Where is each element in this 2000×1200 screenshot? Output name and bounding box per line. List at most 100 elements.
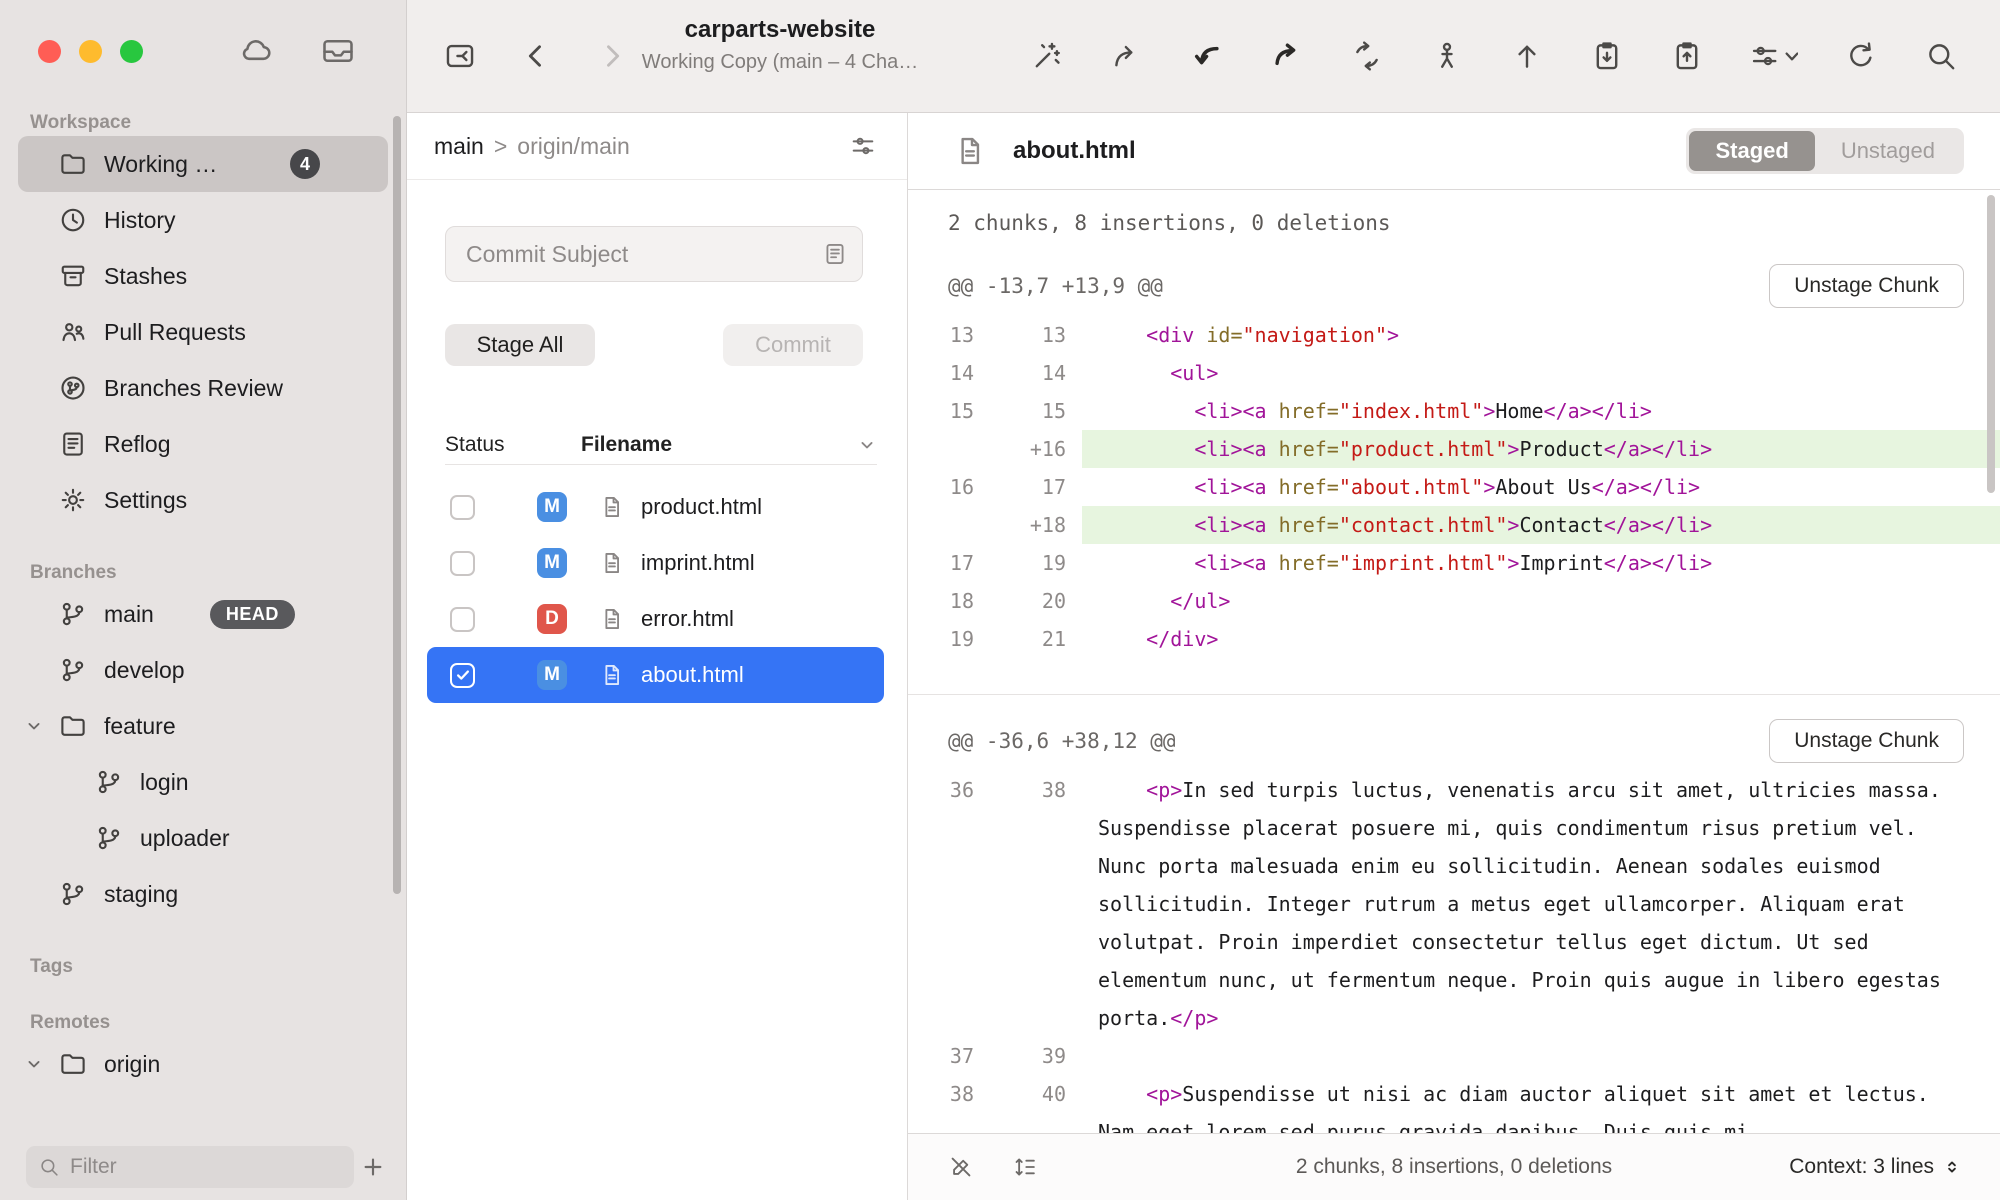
file-table-header: Status Filename xyxy=(445,426,877,465)
sidebar-item-reflog[interactable]: Reflog xyxy=(18,416,388,472)
old-line-number: 37 xyxy=(908,1037,986,1075)
old-line-number: 13 xyxy=(908,316,986,354)
unstaged-tab[interactable]: Unstaged xyxy=(1815,131,1961,171)
chunk-divider xyxy=(908,694,2000,695)
clock-icon xyxy=(58,205,88,235)
arrow-up-icon[interactable] xyxy=(1510,39,1544,73)
diff-line: 3739 xyxy=(908,1037,2000,1075)
panel-toggle-icon[interactable] xyxy=(443,39,477,73)
sidebar-scrollbar[interactable] xyxy=(393,116,401,894)
add-button[interactable] xyxy=(354,1148,392,1186)
code-text: <li><a href="about.html">About Us</a></l… xyxy=(1082,468,2000,506)
sidebar-item-main[interactable]: mainHEAD xyxy=(18,586,388,642)
template-icon[interactable] xyxy=(822,241,848,267)
line-spacing-icon[interactable] xyxy=(1012,1154,1038,1180)
old-line-number: 14 xyxy=(908,354,986,392)
branch-icon xyxy=(58,655,88,685)
file-row-about-html[interactable]: Mabout.html xyxy=(427,647,884,703)
sidebar-item-working-copy[interactable]: Working Copy4 xyxy=(18,136,388,192)
repo-subtitle: Working Copy (main – 4 Cha… xyxy=(550,51,1010,74)
sidebar-item-develop[interactable]: develop xyxy=(18,642,388,698)
sidebar-item-branches-review[interactable]: Branches Review xyxy=(18,360,388,416)
app-window: WorkspaceWorking Copy4HistoryStashesPull… xyxy=(0,0,2000,1200)
filename-column-header[interactable]: Filename xyxy=(581,433,857,457)
refresh-icon[interactable] xyxy=(1844,39,1878,73)
new-line-number: 17 xyxy=(986,468,1082,506)
sync-arrows-icon[interactable] xyxy=(1350,39,1384,73)
magic-wand-icon[interactable] xyxy=(1030,39,1064,73)
close-button[interactable] xyxy=(38,40,61,63)
chevron-back-icon[interactable] xyxy=(519,39,553,73)
sidebar-section-label-tags: Tags xyxy=(30,956,406,978)
filter-field[interactable] xyxy=(26,1146,354,1188)
diff-summary: 2 chunks, 8 insertions, 0 deletions xyxy=(948,206,2000,240)
stage-checkbox[interactable] xyxy=(450,607,475,632)
cloud-icon[interactable] xyxy=(238,33,274,69)
old-line-number: 15 xyxy=(908,392,986,430)
commit-subject-field[interactable] xyxy=(445,226,863,282)
clipboard-up-icon[interactable] xyxy=(1670,39,1704,73)
sidebar-item-stashes[interactable]: Stashes xyxy=(18,248,388,304)
pull-arrow-icon[interactable] xyxy=(1190,39,1224,73)
unstage-chunk-button[interactable]: Unstage Chunk xyxy=(1769,719,1964,763)
code-text: </ul> xyxy=(1082,582,2000,620)
file-row-imprint-html[interactable]: Mimprint.html xyxy=(427,535,884,591)
window-title-block: carparts-website Working Copy (main – 4 … xyxy=(550,16,1010,74)
diff-header: about.html Staged Unstaged xyxy=(908,113,2000,190)
commit-button[interactable]: Commit xyxy=(723,324,863,366)
sidebar-item-label: History xyxy=(104,207,176,234)
code-text: <ul> xyxy=(1082,354,2000,392)
commit-subject-input[interactable] xyxy=(464,240,812,269)
minimize-button[interactable] xyxy=(79,40,102,63)
push-arrow-icon[interactable] xyxy=(1270,39,1304,73)
old-line-number: 19 xyxy=(908,620,986,658)
breadcrumb: main > origin/main xyxy=(407,113,907,180)
diff-scrollbar[interactable] xyxy=(1987,195,1995,493)
toolbar: carparts-website Working Copy (main – 4 … xyxy=(407,0,2000,113)
search-icon[interactable] xyxy=(1924,39,1958,73)
sidebar-item-login[interactable]: login xyxy=(18,754,388,810)
people-icon xyxy=(58,317,88,347)
chevron-down-icon[interactable] xyxy=(857,435,877,455)
sidebar-item-settings[interactable]: Settings xyxy=(18,472,388,528)
sidebar-item-staging[interactable]: staging xyxy=(18,866,388,922)
stage-checkbox[interactable] xyxy=(450,663,475,688)
person-icon[interactable] xyxy=(1430,39,1464,73)
filter-input[interactable] xyxy=(68,1154,342,1180)
clipboard-down-icon[interactable] xyxy=(1590,39,1624,73)
file-row-product-html[interactable]: Mproduct.html xyxy=(427,479,884,535)
breadcrumb-branch[interactable]: main xyxy=(434,133,484,160)
chevron-down-icon[interactable] xyxy=(24,716,44,736)
zoom-button[interactable] xyxy=(120,40,143,63)
sliders-chevron-icon[interactable] xyxy=(1750,40,1798,72)
stepper-icon[interactable] xyxy=(1942,1157,1962,1177)
context-lines-control[interactable]: Context: 3 lines xyxy=(1789,1155,1962,1179)
sidebar-item-origin[interactable]: origin xyxy=(18,1036,388,1092)
folder-icon xyxy=(58,149,88,179)
sidebar-item-feature[interactable]: feature xyxy=(18,698,388,754)
stage-checkbox[interactable] xyxy=(450,495,475,520)
drawer-icon[interactable] xyxy=(320,33,356,69)
ignore-whitespace-icon[interactable] xyxy=(948,1154,974,1180)
file-row-error-html[interactable]: Derror.html xyxy=(427,591,884,647)
sidebar-item-label: Reflog xyxy=(104,431,170,458)
code-text: </div> xyxy=(1082,620,2000,658)
stage-all-button[interactable]: Stage All xyxy=(445,324,595,366)
sidebar-item-uploader[interactable]: uploader xyxy=(18,810,388,866)
file-icon xyxy=(599,494,625,520)
stage-checkbox[interactable] xyxy=(450,551,475,576)
status-column-header[interactable]: Status xyxy=(445,433,581,457)
breadcrumb-upstream[interactable]: origin/main xyxy=(517,133,630,160)
sidebar-item-pull-requests[interactable]: Pull Requests xyxy=(18,304,388,360)
staged-tab[interactable]: Staged xyxy=(1689,131,1814,171)
branch-icon xyxy=(58,599,88,629)
file-name: error.html xyxy=(641,606,734,632)
sidebar-item-history[interactable]: History xyxy=(18,192,388,248)
old-line-number: 17 xyxy=(908,544,986,582)
diff-line: 1414 <ul> xyxy=(908,354,2000,392)
unstage-chunk-button[interactable]: Unstage Chunk xyxy=(1769,264,1964,308)
sliders-icon[interactable] xyxy=(849,132,877,160)
chevron-down-icon[interactable] xyxy=(24,1054,44,1074)
share-arrow-icon[interactable] xyxy=(1110,39,1144,73)
code-text: <li><a href="index.html">Home</a></li> xyxy=(1082,392,2000,430)
